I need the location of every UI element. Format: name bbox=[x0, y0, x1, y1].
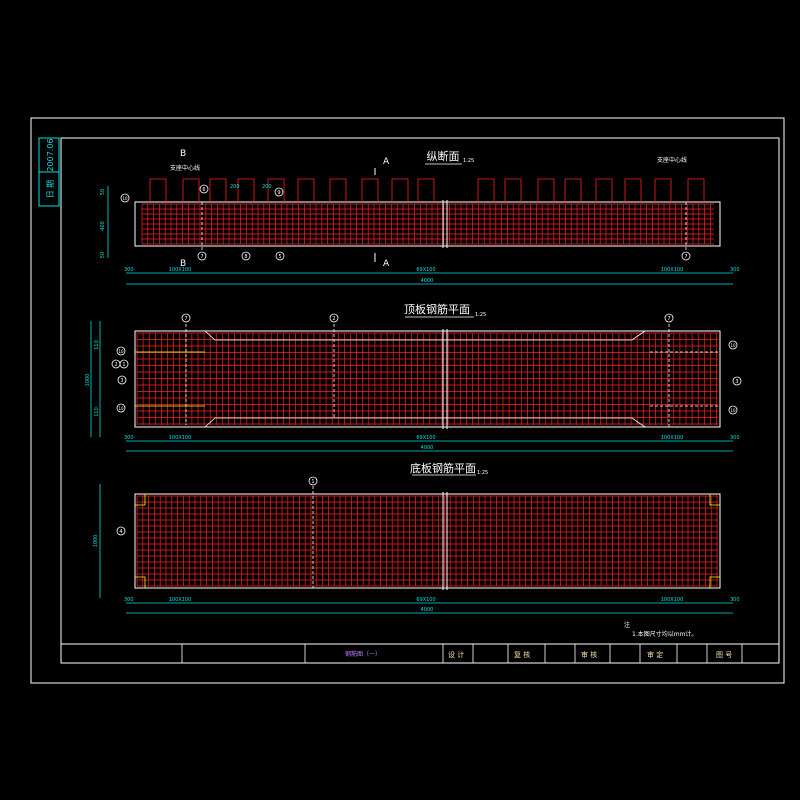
side-stamp: 2007.06 日 期 bbox=[38, 137, 60, 207]
top-slab-scale: 1:25 bbox=[475, 312, 486, 318]
longitudinal-scale: 1:25 bbox=[463, 158, 474, 164]
ts-marker-3-right: 3 bbox=[735, 379, 738, 385]
bs-marker-1-text: 1 bbox=[311, 479, 314, 485]
long-dim-total: 4000 bbox=[421, 278, 434, 284]
marker-5-text: 5 bbox=[278, 254, 281, 260]
ts-dim-left-run: 100X100 bbox=[169, 435, 192, 441]
stirrup bbox=[537, 178, 555, 202]
stirrup-tops bbox=[149, 178, 705, 202]
support-label-right: 支座中心线 bbox=[657, 156, 687, 164]
notes: 注 1.本图尺寸均以mm计。 bbox=[624, 621, 697, 638]
drawing-frame bbox=[60, 137, 780, 664]
section-mark-a-bottom: A bbox=[383, 259, 390, 269]
ts-marker-1-left: 1 bbox=[122, 362, 125, 368]
tb-design: 设 计 bbox=[448, 650, 464, 659]
bs-dim-mid-run: 69X100 bbox=[416, 597, 435, 603]
ts-marker-7-right-text: 7 bbox=[667, 316, 670, 322]
ts-dim-total: 4000 bbox=[421, 445, 434, 451]
stirrup bbox=[595, 178, 613, 202]
ts-marker-10-right-b: 10 bbox=[730, 408, 736, 413]
stirrup bbox=[687, 178, 705, 202]
bottom-slab-view: 底板钢筋平面 1:25 1 4 1000 300 100X100 69X100 … bbox=[93, 461, 740, 614]
ts-width-part-b: 110 bbox=[94, 407, 100, 417]
bottom-slab-title: 底板钢筋平面 bbox=[410, 461, 476, 475]
ts-marker-10-left-b: 10 bbox=[118, 406, 124, 411]
stirrup bbox=[149, 178, 167, 202]
stirrup bbox=[361, 178, 379, 202]
stirrup bbox=[564, 178, 582, 202]
ts-marker-2-text: 2 bbox=[332, 316, 335, 322]
stirrup bbox=[504, 178, 522, 202]
ts-dim-right-run: 100X100 bbox=[661, 435, 684, 441]
bs-dim-right-run: 100X100 bbox=[661, 597, 684, 603]
section-mark-a-top: A bbox=[383, 157, 390, 167]
marker-7-left-text: 7 bbox=[200, 254, 203, 260]
ts-marker-7-left-text: 7 bbox=[184, 316, 187, 322]
long-dim-mid-run: 69X100 bbox=[416, 267, 435, 273]
stirrup bbox=[624, 178, 642, 202]
tb-approve: 审 定 bbox=[647, 650, 663, 659]
notes-line-1: 1.本图尺寸均以mm计。 bbox=[632, 630, 697, 638]
long-dim-pitch-a: 200 bbox=[230, 184, 240, 190]
ts-dim-side-right: 300 bbox=[730, 435, 740, 441]
bs-width-total: 1000 bbox=[93, 535, 99, 548]
bs-marker-4-text: 4 bbox=[119, 529, 122, 535]
long-dim-left-run: 100X100 bbox=[169, 267, 192, 273]
longitudinal-rebar-grid bbox=[141, 200, 714, 250]
support-label-left: 支座中心线 bbox=[170, 164, 200, 172]
notes-title: 注 bbox=[624, 621, 630, 629]
stirrup bbox=[477, 178, 495, 202]
top-slab-outline bbox=[134, 330, 721, 428]
stirrup bbox=[297, 178, 315, 202]
ts-marker-2-left: 2 bbox=[114, 362, 117, 368]
cad-drawing: 2007.06 日 期 纵断面 1:25 A A B B 支座中心线 支座中心线… bbox=[30, 117, 785, 684]
stirrup bbox=[267, 178, 285, 202]
long-height-a: 50 bbox=[100, 189, 106, 195]
ts-dim-mid-run: 69X100 bbox=[416, 435, 435, 441]
ts-width-part-a: 110 bbox=[94, 340, 100, 350]
marker-9-top-text: 9 bbox=[277, 190, 280, 196]
marker-7-right-text: 7 bbox=[684, 254, 687, 260]
longitudinal-title: 纵断面 bbox=[427, 149, 460, 163]
stirrup bbox=[237, 178, 255, 202]
title-block: 钢筋图（一） 设 计 复 核 审 核 审 定 图 号 bbox=[61, 643, 779, 663]
long-height-b: 400 bbox=[100, 221, 106, 231]
bs-dim-left-run: 100X100 bbox=[169, 597, 192, 603]
stamp-code: 2007.06 bbox=[46, 138, 55, 171]
marker-10-top-text: 10 bbox=[122, 196, 128, 201]
tb-drawing-name: 钢筋图（一） bbox=[345, 650, 381, 658]
stirrup bbox=[654, 178, 672, 202]
ts-marker-10-right: 10 bbox=[730, 343, 736, 348]
marker-8-text: 8 bbox=[244, 254, 247, 260]
bs-dim-side-right: 300 bbox=[730, 597, 740, 603]
long-dim-pitch-b: 200 bbox=[262, 184, 272, 190]
bottom-slab-scale: 1:25 bbox=[477, 470, 488, 476]
stirrup bbox=[391, 178, 409, 202]
stamp-label: 日 期 bbox=[46, 180, 55, 199]
section-mark-b-top: B bbox=[180, 149, 186, 159]
long-height-c: 50 bbox=[100, 252, 106, 258]
long-dim-side-right: 300 bbox=[730, 267, 740, 273]
ts-marker-3-left: 3 bbox=[120, 378, 123, 384]
top-slab-title: 顶板钢筋平面 bbox=[404, 302, 470, 316]
stirrup bbox=[209, 178, 227, 202]
stirrup bbox=[329, 178, 347, 202]
long-dim-right-run: 100X100 bbox=[661, 267, 684, 273]
longitudinal-view: 纵断面 1:25 A A B B 支座中心线 支座中心线 50 400 50 3… bbox=[100, 149, 740, 285]
top-slab-view: 顶板钢筋平面 1:25 7 2 7 10 2 1 3 10 10 3 10 10… bbox=[85, 302, 742, 452]
ts-dim-side-left: 300 bbox=[124, 435, 134, 441]
stirrup bbox=[182, 178, 200, 202]
ts-marker-10-left: 10 bbox=[118, 349, 124, 354]
ts-width-total: 1000 bbox=[85, 374, 91, 387]
bottom-slab-rebar-grid bbox=[136, 486, 718, 590]
tb-sheet: 图 号 bbox=[716, 651, 732, 659]
stirrup bbox=[417, 178, 435, 202]
long-dim-side-left: 300 bbox=[124, 267, 134, 273]
tb-check: 审 核 bbox=[581, 650, 597, 659]
marker-6-top-text: 6 bbox=[202, 187, 205, 193]
bs-dim-side-left: 300 bbox=[124, 597, 134, 603]
bs-dim-total: 4000 bbox=[421, 607, 434, 613]
tb-review: 复 核 bbox=[514, 650, 530, 659]
